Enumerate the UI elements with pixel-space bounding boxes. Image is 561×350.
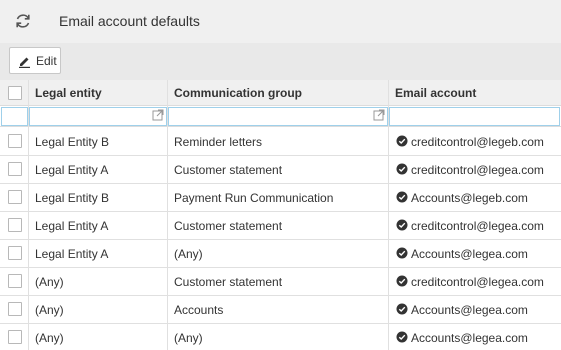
filter-select-cell	[1, 107, 28, 126]
communication-group-cell: (Any)	[174, 331, 203, 345]
table-row[interactable]: Legal Entity A Customer statement creditco…	[0, 156, 561, 184]
row-select-checkbox[interactable]	[8, 330, 22, 344]
table-row[interactable]: (Any) Accounts Accounts@legea.com	[0, 296, 561, 324]
check-circle-icon	[396, 303, 408, 315]
check-circle-icon	[396, 191, 408, 203]
action-toolbar: Edit	[0, 43, 561, 80]
column-divider	[167, 80, 168, 350]
table-row[interactable]: Legal Entity A Customer statement creditco…	[0, 212, 561, 240]
communication-group-cell: Accounts	[174, 303, 224, 317]
page-title: Email account defaults	[59, 13, 200, 29]
table-row[interactable]: (Any) Customer statement creditcontrol@leg…	[0, 268, 561, 296]
legal-entity-cell: Legal Entity A	[35, 163, 109, 177]
email-account-cell: creditcontrol@legea.com	[411, 163, 544, 177]
check-circle-icon	[396, 247, 408, 259]
email-account-cell: creditcontrol@legeb.com	[411, 135, 544, 149]
filter-row	[0, 106, 561, 127]
column-header-email-account[interactable]: Email account	[395, 80, 476, 106]
legal-entity-cell: (Any)	[35, 331, 64, 345]
communication-group-cell: Customer statement	[174, 219, 283, 233]
legal-entity-cell: Legal Entity A	[35, 247, 109, 261]
check-circle-icon	[396, 331, 408, 343]
legal-entity-cell: (Any)	[35, 303, 64, 317]
communication-group-filter-input[interactable]	[168, 107, 388, 126]
row-select-checkbox[interactable]	[8, 134, 22, 148]
legal-entity-cell: (Any)	[35, 275, 64, 289]
open-lookup-icon[interactable]	[152, 109, 164, 121]
column-divider	[28, 80, 29, 350]
email-account-cell: creditcontrol@legea.com	[411, 275, 544, 289]
table-row[interactable]: Legal Entity B Payment Run Communication A…	[0, 184, 561, 212]
legal-entity-cell: Legal Entity B	[35, 135, 110, 149]
legal-entity-cell: Legal Entity A	[35, 219, 109, 233]
edit-button-label: Edit	[36, 54, 57, 68]
communication-group-cell: Reminder letters	[174, 135, 263, 149]
row-select-checkbox[interactable]	[8, 246, 22, 260]
email-defaults-grid: Legal entity Communication group Email a…	[0, 80, 561, 350]
refresh-icon[interactable]	[13, 11, 33, 31]
check-circle-icon	[396, 135, 408, 147]
communication-group-cell: Customer statement	[174, 275, 283, 289]
row-select-checkbox[interactable]	[8, 274, 22, 288]
table-row[interactable]: (Any) (Any) Accounts@legea.com	[0, 324, 561, 350]
table-row[interactable]: Legal Entity A (Any) Accounts@legea.com	[0, 240, 561, 268]
email-account-cell: Accounts@legeb.com	[411, 191, 528, 205]
row-select-checkbox[interactable]	[8, 162, 22, 176]
legal-entity-filter-input[interactable]	[29, 107, 167, 126]
pencil-icon	[19, 57, 30, 68]
open-lookup-icon[interactable]	[373, 109, 385, 121]
edit-button[interactable]: Edit	[9, 47, 61, 74]
communication-group-cell: Customer statement	[174, 163, 283, 177]
grid-header: Legal entity Communication group Email a…	[0, 80, 561, 106]
column-divider	[388, 80, 389, 350]
communication-group-cell: Payment Run Communication	[174, 191, 334, 205]
email-account-cell: Accounts@legea.com	[411, 303, 528, 317]
table-row[interactable]: Legal Entity B Reminder letters creditcont…	[0, 128, 561, 156]
legal-entity-cell: Legal Entity B	[35, 191, 110, 205]
row-select-checkbox[interactable]	[8, 302, 22, 316]
email-account-cell: Accounts@legea.com	[411, 331, 528, 345]
email-account-cell: creditcontrol@legea.com	[411, 219, 544, 233]
check-circle-icon	[396, 163, 408, 175]
row-select-checkbox[interactable]	[8, 190, 22, 204]
column-header-communication-group[interactable]: Communication group	[174, 80, 302, 106]
email-account-cell: Accounts@legea.com	[411, 247, 528, 261]
column-header-legal-entity[interactable]: Legal entity	[35, 80, 102, 106]
select-all-checkbox[interactable]	[8, 86, 22, 100]
check-circle-icon	[396, 219, 408, 231]
row-select-checkbox[interactable]	[8, 218, 22, 232]
title-bar: Email account defaults	[0, 0, 561, 43]
email-account-filter-input[interactable]	[389, 107, 560, 126]
check-circle-icon	[396, 275, 408, 287]
communication-group-cell: (Any)	[174, 247, 203, 261]
